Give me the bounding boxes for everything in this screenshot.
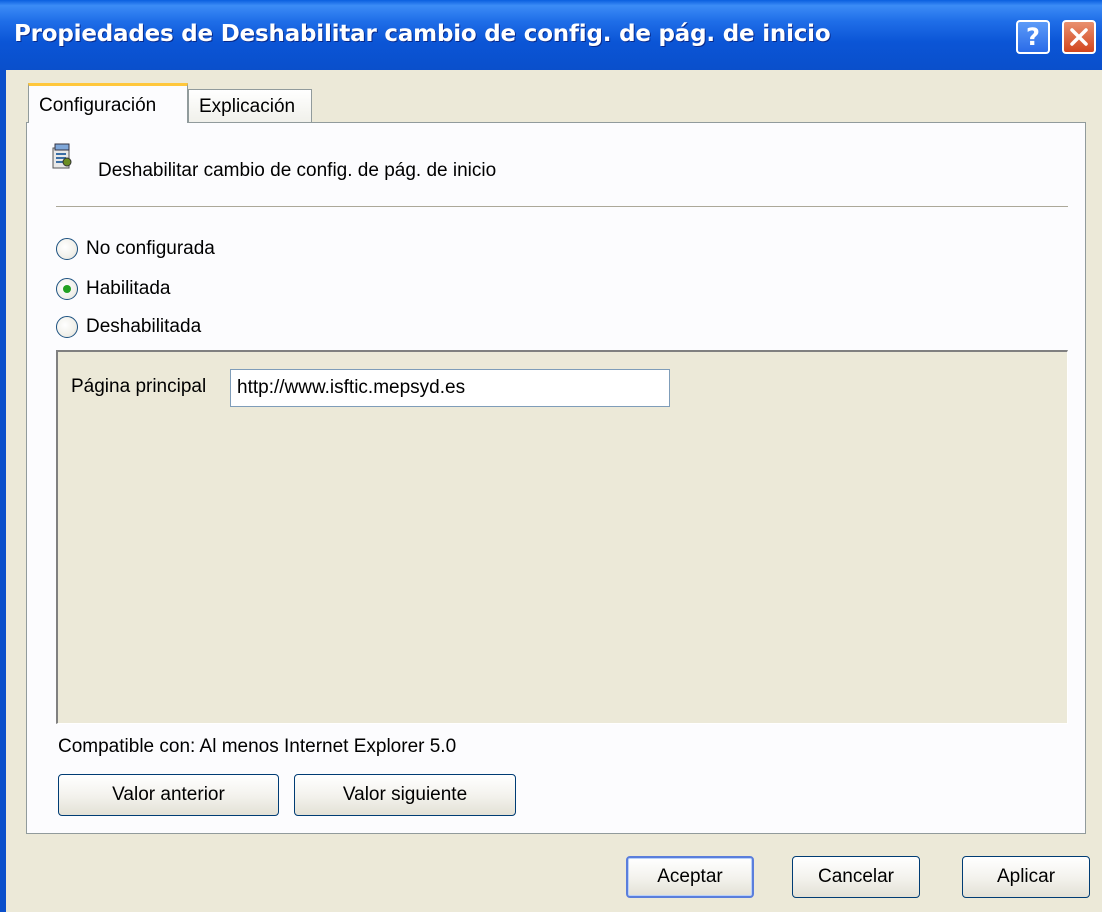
radio-label: No configurada	[86, 238, 215, 259]
help-button[interactable]: ?	[1016, 20, 1050, 54]
window-border	[0, 70, 6, 912]
help-icon: ?	[1026, 23, 1040, 51]
apply-button[interactable]: Aplicar	[962, 856, 1090, 898]
cancel-button[interactable]: Cancelar	[792, 856, 920, 898]
previous-setting-button[interactable]: Valor anterior	[58, 774, 279, 816]
home-page-label: Página principal	[71, 376, 207, 397]
tab-label: Configuración	[39, 94, 157, 116]
home-page-input[interactable]	[230, 369, 670, 407]
radio-no-configurada[interactable]: No configurada	[56, 238, 215, 260]
supported-on-text: Compatible con: Al menos Internet Explor…	[58, 736, 457, 757]
policy-name: Deshabilitar cambio de config. de pág. d…	[98, 160, 497, 181]
radio-button[interactable]	[56, 316, 78, 338]
tab-explicacion[interactable]: Explicación	[188, 89, 312, 123]
radio-label: Deshabilitada	[86, 316, 202, 337]
radio-label: Habilitada	[86, 278, 171, 299]
close-icon	[1070, 28, 1088, 46]
tab-label: Explicación	[199, 95, 296, 117]
radio-habilitada[interactable]: Habilitada	[56, 278, 171, 300]
ok-button[interactable]: Aceptar	[626, 856, 754, 898]
separator	[56, 206, 1068, 207]
title-bar[interactable]: Propiedades de Deshabilitar cambio de co…	[0, 0, 1102, 70]
radio-button[interactable]	[56, 238, 78, 260]
radio-deshabilitada[interactable]: Deshabilitada	[56, 316, 201, 338]
tab-configuracion[interactable]: Configuración	[28, 83, 188, 123]
window-title: Propiedades de Deshabilitar cambio de co…	[14, 21, 831, 47]
policy-setting-icon	[52, 143, 72, 169]
next-setting-button[interactable]: Valor siguiente	[294, 774, 516, 816]
close-button[interactable]	[1062, 20, 1096, 54]
radio-button-checked[interactable]	[56, 278, 78, 300]
